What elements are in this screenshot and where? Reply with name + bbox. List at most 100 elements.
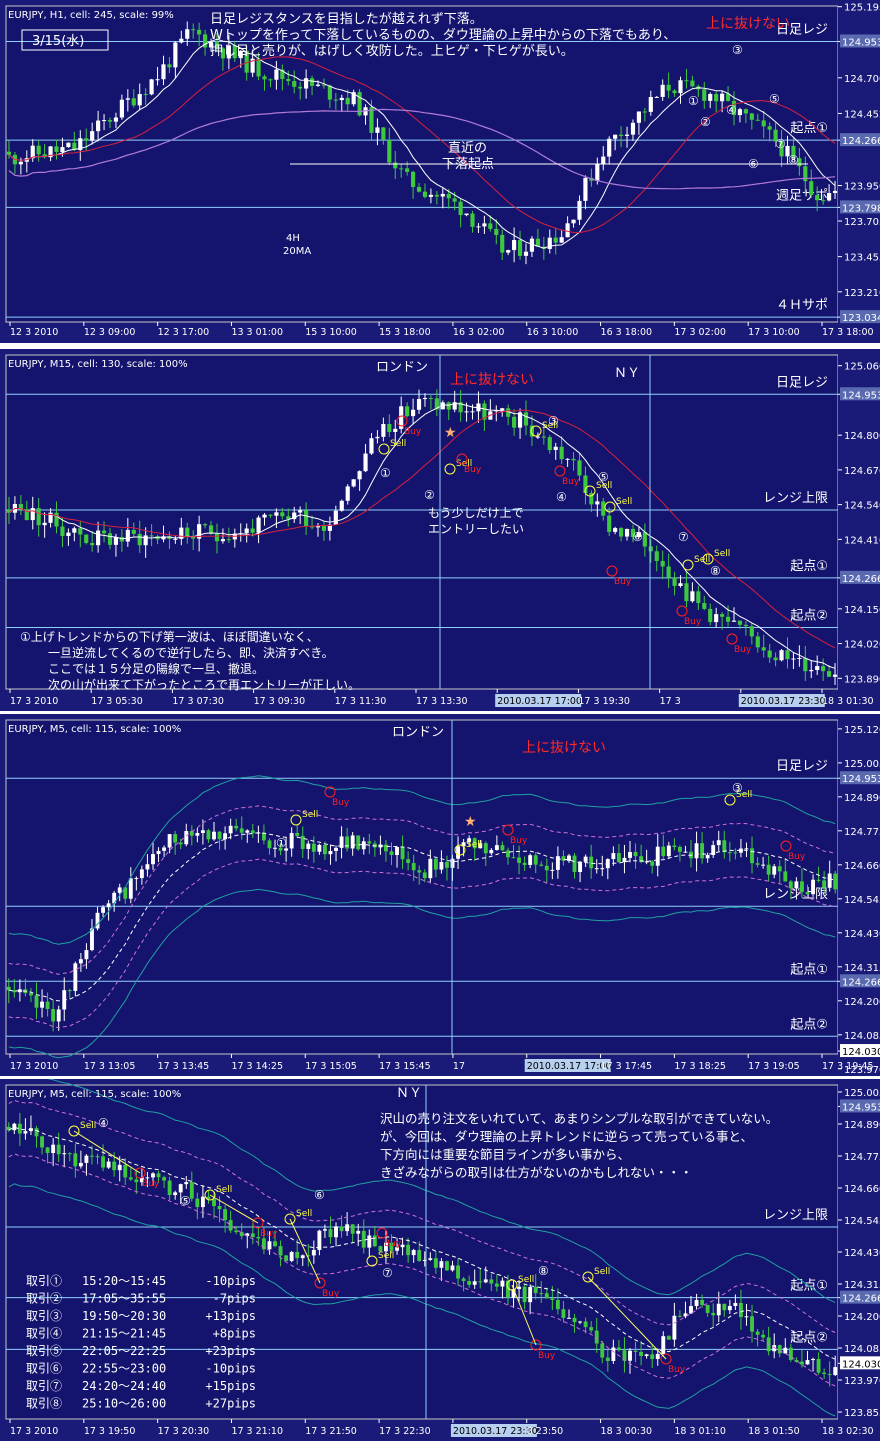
candle-body [200, 1196, 205, 1208]
candle-body [34, 995, 39, 1008]
sell-label: Sell [296, 1209, 312, 1219]
candle-body [433, 1258, 438, 1268]
entry-note-2: エントリーしたい [428, 522, 524, 536]
trade-marker: ④ [726, 103, 737, 117]
candle-body [212, 1199, 216, 1207]
candle-body [827, 873, 832, 888]
buy-label: Buy [260, 1229, 278, 1239]
y-tick-label: 124.890 [844, 1120, 880, 1131]
candle-body [84, 138, 89, 141]
h1-chart-panel: 日足レジ起点①週足サポ４Ｈサポ125.195124.953124.700124.… [0, 0, 880, 343]
candle-body [73, 1153, 78, 1167]
trade-time: 17:05～35:55 [82, 1292, 166, 1306]
candle-body [655, 846, 660, 866]
candle-body [411, 171, 416, 188]
candle-body [811, 1358, 815, 1361]
candle-body [278, 1246, 283, 1256]
candle-body [678, 583, 683, 586]
candle-body [384, 844, 388, 852]
buy-label: Buy [684, 617, 702, 627]
y-tick-label: 124.660 [844, 861, 880, 872]
trade-result: +13pips [205, 1309, 256, 1323]
buy-label: Buy [142, 1179, 160, 1189]
candle-body [101, 1156, 106, 1168]
candle-body [464, 411, 469, 413]
candle-body [334, 1226, 338, 1238]
candle-body [268, 514, 273, 516]
candle-body [134, 1179, 139, 1183]
candle-body [611, 853, 616, 860]
candle-body [672, 577, 677, 586]
trade-marker: ⑧ [538, 1264, 549, 1278]
level-label: 日足レジ [776, 759, 828, 774]
candle-body [583, 856, 588, 862]
y-tick-label: 124.315 [844, 1280, 880, 1291]
x-tick-label: 17 3 07:30 [172, 696, 224, 707]
trade-marker: ⑦ [678, 530, 689, 544]
candle-body [816, 879, 821, 881]
candle-body [749, 113, 754, 120]
candle-body [328, 851, 333, 855]
candle-body [416, 399, 422, 410]
candle-body [372, 1235, 377, 1247]
trade-result: -7pips [213, 1292, 256, 1306]
candle-body [522, 1286, 527, 1303]
candle-body [559, 446, 564, 460]
candle-body [720, 93, 725, 102]
candle-body [483, 843, 488, 854]
candle-body [131, 529, 136, 534]
x-tick-label: 16 3 02:00 [453, 327, 505, 338]
candle-body [803, 657, 808, 672]
candle-body [821, 200, 826, 202]
candle-body [234, 825, 239, 829]
y-tick-label: 123.703 [844, 217, 880, 228]
y-tick-label: 124.430 [844, 1248, 880, 1259]
candle-body [550, 869, 555, 871]
candle-body [467, 1281, 472, 1285]
candle-body [683, 851, 688, 853]
candle-body [445, 1261, 449, 1271]
candle-body [223, 1209, 228, 1221]
trade-name: 取引⑦ [26, 1379, 62, 1393]
candle-body [684, 583, 689, 602]
candle-body [439, 1261, 444, 1268]
candle-body [173, 42, 178, 68]
candle-body [725, 616, 731, 622]
red-note: 上に抜けない [522, 740, 606, 756]
candle-body [833, 1367, 838, 1375]
candle-body [214, 533, 220, 542]
candle-body [622, 857, 627, 863]
candle-body [195, 832, 200, 836]
x-tick-label: 3 23:50 [527, 1426, 563, 1437]
candle-body [450, 858, 455, 868]
candle-body [178, 842, 183, 845]
candle-body [650, 1354, 655, 1360]
x-tick-label: 17 3 15:45 [379, 1061, 431, 1072]
candle-body [797, 657, 802, 659]
candle-body [107, 120, 113, 122]
candle-body [309, 78, 315, 86]
x-tick-label: 15 3 18:00 [379, 327, 431, 338]
candle-body [60, 526, 65, 536]
candle-body [162, 847, 167, 851]
candle-body [672, 1315, 677, 1340]
candle-body [439, 861, 444, 870]
trade-time: 15:20～15:45 [82, 1274, 166, 1288]
trade-marker: ③ [732, 781, 743, 795]
candle-body [744, 848, 749, 850]
candle-body [783, 1347, 788, 1354]
x-tick-label: 18 3 02:30 [822, 1426, 874, 1437]
candle-body [755, 119, 760, 121]
candle-body [143, 535, 148, 546]
candle-body [577, 200, 582, 220]
candle-body [197, 29, 202, 35]
trade-name: 取引④ [26, 1327, 62, 1341]
candle-body [244, 528, 249, 534]
candle-body [547, 437, 552, 451]
candle-body [589, 856, 594, 869]
candle-body [267, 840, 272, 849]
candle-body [234, 1230, 239, 1233]
x-tick-label: 2010.03.17 23:30 [453, 1426, 538, 1437]
buy-label: Buy [734, 645, 752, 655]
candle-body [117, 887, 122, 893]
